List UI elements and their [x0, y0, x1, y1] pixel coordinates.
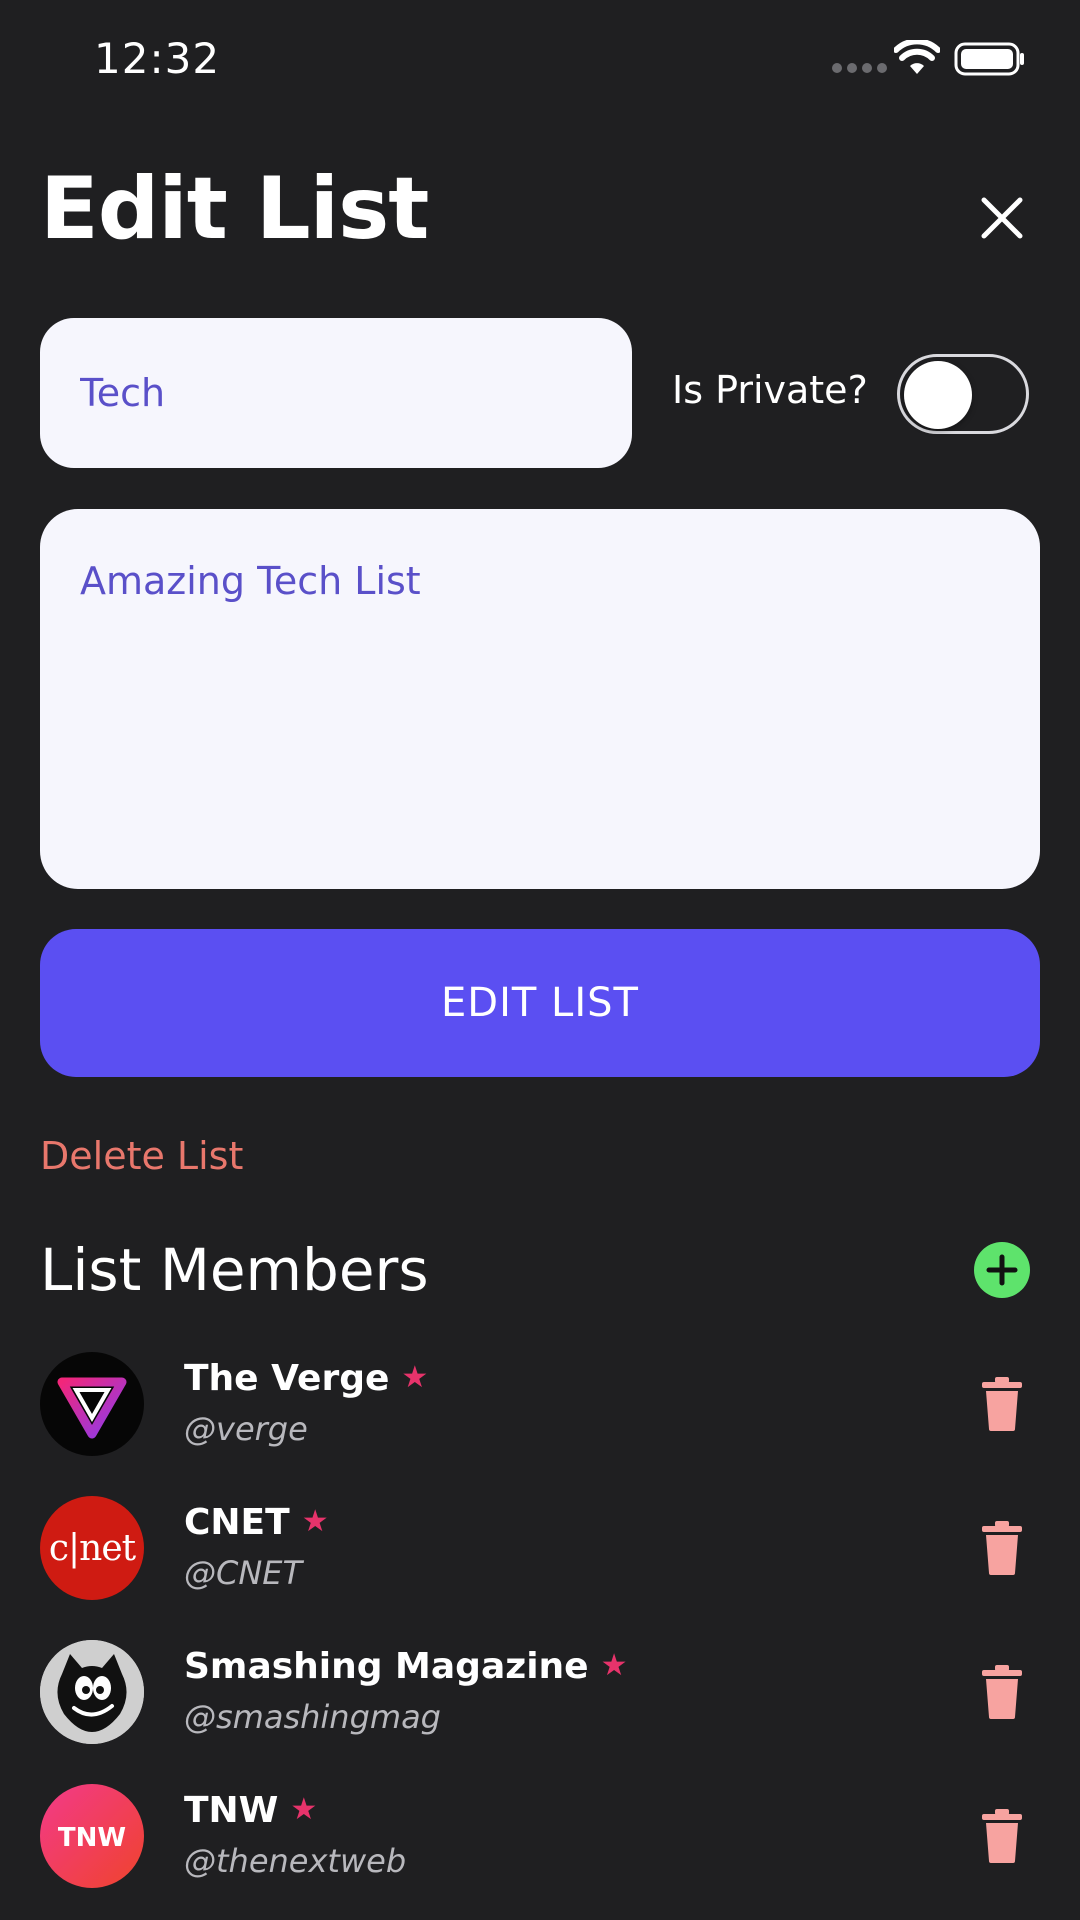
add-member-button[interactable]: [974, 1242, 1030, 1298]
svg-text:TNW: TNW: [58, 1823, 126, 1853]
member-row: Smashing Magazine ★ @smashingmag: [0, 1634, 1080, 1754]
trash-icon[interactable]: [980, 1376, 1024, 1432]
page-title: Edit List: [40, 159, 429, 259]
private-toggle[interactable]: [897, 354, 1029, 434]
cellular-signal-icon: [832, 63, 887, 73]
member-name: The Verge ★: [184, 1358, 429, 1399]
cnet-logo-avatar: c|net: [40, 1496, 144, 1600]
verge-logo-avatar: [40, 1352, 144, 1456]
trash-icon[interactable]: [980, 1664, 1024, 1720]
status-time: 12:32: [94, 34, 221, 83]
private-label: Is Private?: [672, 368, 868, 412]
member-handle: @CNET: [184, 1554, 303, 1592]
member-handle: @smashingmag: [184, 1698, 441, 1736]
member-row: The Verge ★ @verge: [0, 1346, 1080, 1466]
trash-icon[interactable]: [980, 1520, 1024, 1576]
member-name: TNW ★: [184, 1790, 318, 1831]
list-members-title: List Members: [40, 1236, 429, 1304]
close-icon: [981, 197, 1023, 239]
star-icon: ★: [301, 1504, 329, 1539]
trash-icon[interactable]: [980, 1808, 1024, 1864]
smashing-cat-icon: [40, 1640, 144, 1744]
member-name: CNET ★: [184, 1502, 329, 1543]
member-handle: @verge: [184, 1410, 308, 1448]
list-name-input[interactable]: [40, 318, 632, 468]
member-row: c|net CNET ★ @CNET: [0, 1490, 1080, 1610]
star-icon: ★: [401, 1360, 429, 1395]
tnw-logo-icon: TNW: [58, 1823, 126, 1853]
member-name: Smashing Magazine ★: [184, 1646, 628, 1687]
svg-text:c|net: c|net: [49, 1528, 137, 1569]
smashing-cat-avatar: [40, 1640, 144, 1744]
toggle-knob: [904, 361, 972, 429]
status-bar: 12:32: [0, 0, 1080, 118]
member-handle: @thenextweb: [184, 1842, 407, 1880]
tnw-logo-avatar: TNW: [40, 1784, 144, 1888]
delete-list-link[interactable]: Delete List: [40, 1134, 243, 1178]
wifi-icon: [894, 40, 940, 74]
star-icon: ★: [600, 1648, 628, 1683]
star-icon: ★: [290, 1792, 318, 1827]
battery-icon: [954, 42, 1024, 76]
plus-icon: [986, 1254, 1018, 1286]
close-button[interactable]: [970, 188, 1034, 248]
list-description-input[interactable]: Amazing Tech List: [40, 509, 1040, 889]
edit-list-screen: 12:32 Edit List Is Private? Amazing Tech…: [0, 0, 1080, 1920]
edit-list-button[interactable]: EDIT LIST: [40, 929, 1040, 1077]
cnet-logo-icon: c|net: [49, 1528, 138, 1569]
verge-logo-icon: [57, 1377, 127, 1439]
member-row: TNW TNW ★ @thenextweb: [0, 1778, 1080, 1898]
